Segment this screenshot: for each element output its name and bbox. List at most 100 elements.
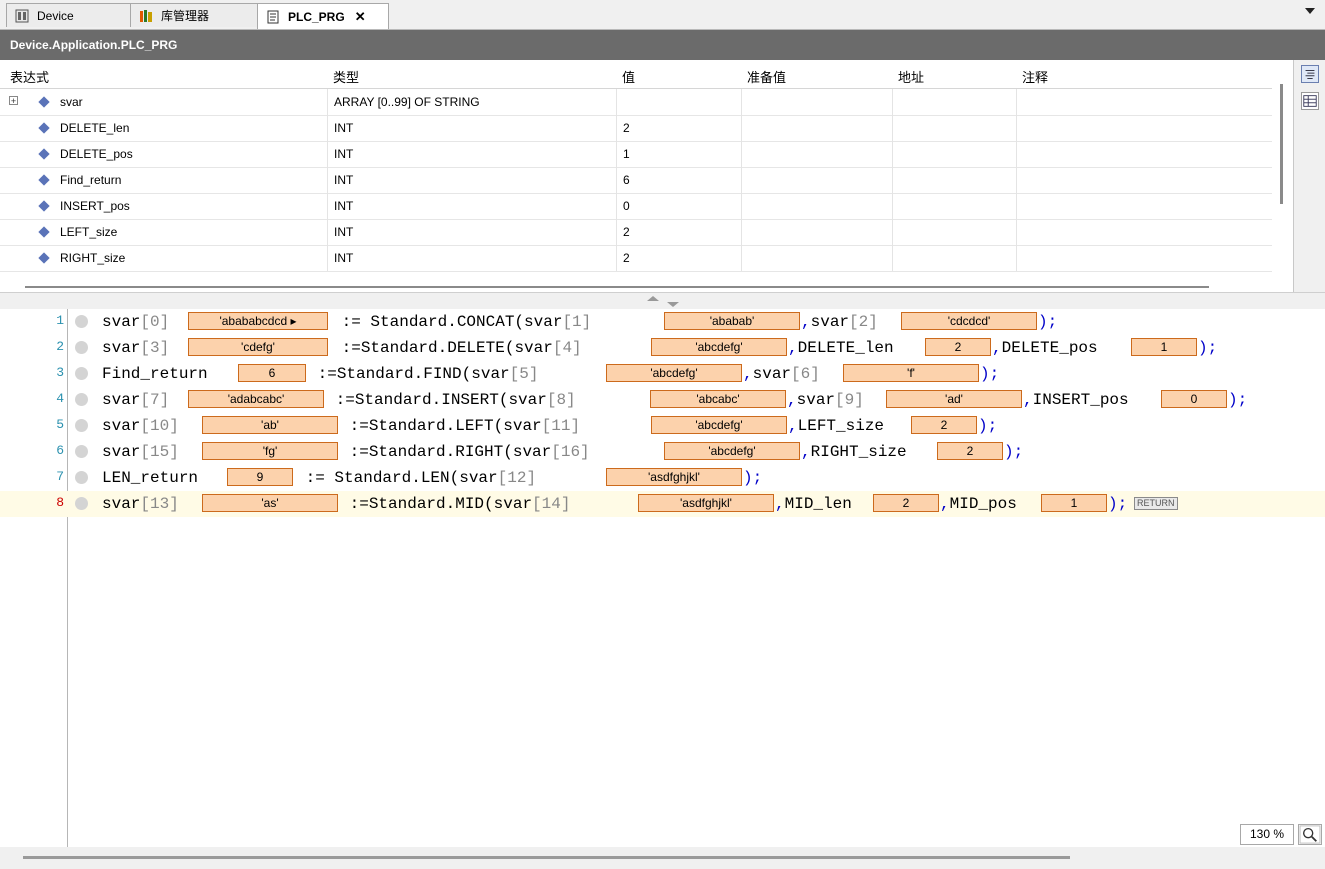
header-prepared-value[interactable]: 准备值: [747, 67, 786, 86]
code-token: :=: [340, 417, 369, 435]
breakpoint-icon[interactable]: [75, 393, 88, 406]
code-line[interactable]: 1 svar[0] 'abababcdcd ▸ := Standard.CONC…: [0, 309, 1325, 335]
code-line[interactable]: 5 svar[10] 'ab' :=Standard.LEFT(svar[11]…: [0, 413, 1325, 439]
header-type[interactable]: 类型: [333, 67, 359, 86]
code-token: DELETE_len: [797, 339, 894, 357]
inline-value[interactable]: 'asdfghjkl': [606, 468, 742, 486]
expand-arrow-icon[interactable]: ▸: [291, 314, 297, 328]
code-token: Standard.RIGHT(svar: [368, 443, 552, 461]
breakpoint-icon[interactable]: [75, 367, 88, 380]
tab-plc-prg[interactable]: PLC_PRG ✕: [257, 3, 389, 29]
row-comment: [1016, 167, 1272, 193]
inline-value[interactable]: 1: [1131, 338, 1197, 356]
tab-library-manager[interactable]: 库管理器: [130, 3, 258, 27]
row-prepared-value[interactable]: [741, 115, 892, 141]
zoom-magnifier-icon[interactable]: [1298, 824, 1322, 845]
inline-value[interactable]: 2: [925, 338, 991, 356]
breakpoint-icon[interactable]: [75, 419, 88, 432]
chevron-down-icon[interactable]: [1305, 8, 1315, 14]
table-row[interactable]: DELETE_pos INT 1: [0, 141, 1272, 168]
code-token: :=: [326, 391, 355, 409]
code-token: [4]: [552, 339, 582, 357]
tab-device[interactable]: Device: [6, 3, 131, 27]
inline-value[interactable]: 'ad': [886, 390, 1022, 408]
header-comment[interactable]: 注释: [1022, 67, 1048, 86]
row-prepared-value[interactable]: [741, 219, 892, 245]
code-line[interactable]: 3 Find_return 6 :=Standard.FIND(svar[5] …: [0, 361, 1325, 387]
code-token: [9]: [835, 391, 864, 409]
code-line[interactable]: 2 svar[3] 'cdefg' :=Standard.DELETE(svar…: [0, 335, 1325, 361]
row-prepared-value[interactable]: [741, 89, 892, 115]
breakpoint-icon[interactable]: [75, 471, 88, 484]
row-expression: DELETE_pos: [60, 147, 133, 161]
table-row[interactable]: DELETE_len INT 2: [0, 115, 1272, 142]
code-line[interactable]: 6 svar[15] 'fg' :=Standard.RIGHT(svar[16…: [0, 439, 1325, 465]
row-expression: svar: [60, 95, 83, 109]
watch-horizontal-scrollbar[interactable]: [25, 286, 1209, 288]
line-number: 2: [56, 339, 64, 354]
inline-value[interactable]: 'abcdefg': [606, 364, 742, 382]
table-row[interactable]: + svar ARRAY [0..99] OF STRING: [0, 89, 1272, 116]
code-token: [12]: [497, 469, 537, 487]
variable-icon: [38, 200, 50, 212]
row-expression: DELETE_len: [60, 121, 130, 135]
inline-value[interactable]: 6: [238, 364, 306, 382]
inline-value[interactable]: 1: [1041, 494, 1107, 512]
collapse-up-icon[interactable]: [647, 296, 659, 301]
row-prepared-value[interactable]: [741, 167, 892, 193]
header-address[interactable]: 地址: [898, 67, 924, 86]
inline-value[interactable]: 'abcdefg': [664, 442, 800, 460]
inline-value[interactable]: 'abcdefg': [651, 338, 787, 356]
row-prepared-value[interactable]: [741, 245, 892, 271]
inline-value[interactable]: 2: [911, 416, 977, 434]
table-row[interactable]: RIGHT_size INT 2: [0, 245, 1272, 272]
header-expression[interactable]: 表达式: [10, 67, 49, 86]
breakpoint-icon[interactable]: [75, 341, 88, 354]
inline-value[interactable]: 'as': [202, 494, 338, 512]
table-view-icon[interactable]: [1301, 92, 1319, 110]
inline-value[interactable]: 'asdfghjkl': [638, 494, 774, 512]
code-token: [6]: [791, 365, 820, 383]
inline-value[interactable]: 'abcdefg': [651, 416, 787, 434]
inline-value[interactable]: 9: [227, 468, 293, 486]
inline-value[interactable]: 0: [1161, 390, 1227, 408]
inline-value[interactable]: 2: [873, 494, 939, 512]
zoom-level[interactable]: 130 %: [1240, 824, 1294, 845]
inline-value[interactable]: 2: [937, 442, 1003, 460]
inline-value[interactable]: 'adabcabc': [188, 390, 324, 408]
table-row[interactable]: INSERT_pos INT 0: [0, 193, 1272, 220]
inline-value[interactable]: 'ababab': [664, 312, 800, 330]
code-line[interactable]: 4 svar[7] 'adabcabc' :=Standard.INSERT(s…: [0, 387, 1325, 413]
table-row[interactable]: Find_return INT 6: [0, 167, 1272, 194]
breakpoint-icon[interactable]: [75, 497, 88, 510]
inline-value[interactable]: 'fg': [202, 442, 338, 460]
editor-horizontal-scrollbar[interactable]: [23, 856, 1070, 859]
header-value[interactable]: 值: [622, 67, 635, 86]
code-token: [16]: [551, 443, 590, 461]
row-type: INT: [327, 219, 616, 245]
close-icon[interactable]: ✕: [355, 9, 366, 25]
text-view-icon[interactable]: [1301, 65, 1319, 83]
code-line-current[interactable]: 8 svar[13] 'as' :=Standard.MID(svar[14] …: [0, 491, 1325, 517]
expand-icon[interactable]: +: [9, 96, 18, 106]
breakpoint-icon[interactable]: [75, 315, 88, 328]
row-prepared-value[interactable]: [741, 141, 892, 167]
code-token: );: [1108, 495, 1128, 513]
table-row[interactable]: LEFT_size INT 2: [0, 219, 1272, 246]
row-type: INT: [327, 141, 616, 167]
inline-value[interactable]: 'f': [843, 364, 979, 382]
inline-value[interactable]: 'ab': [202, 416, 338, 434]
inline-value[interactable]: 'cdefg': [188, 338, 328, 356]
row-prepared-value[interactable]: [741, 193, 892, 219]
watch-vertical-scrollbar[interactable]: [1280, 84, 1283, 204]
collapse-down-icon[interactable]: [667, 302, 679, 307]
pane-splitter[interactable]: [0, 292, 1325, 310]
inline-value[interactable]: 'abcabc': [650, 390, 786, 408]
code-token: [8]: [546, 391, 576, 409]
variable-icon: [38, 252, 50, 264]
breakpoint-icon[interactable]: [75, 445, 88, 458]
code-editor[interactable]: 1 svar[0] 'abababcdcd ▸ := Standard.CONC…: [0, 309, 1325, 847]
inline-value[interactable]: 'abababcdcd ▸: [188, 312, 328, 330]
code-line[interactable]: 7 LEN_return 9 := Standard.LEN(svar[12] …: [0, 465, 1325, 491]
inline-value[interactable]: 'cdcdcd': [901, 312, 1037, 330]
